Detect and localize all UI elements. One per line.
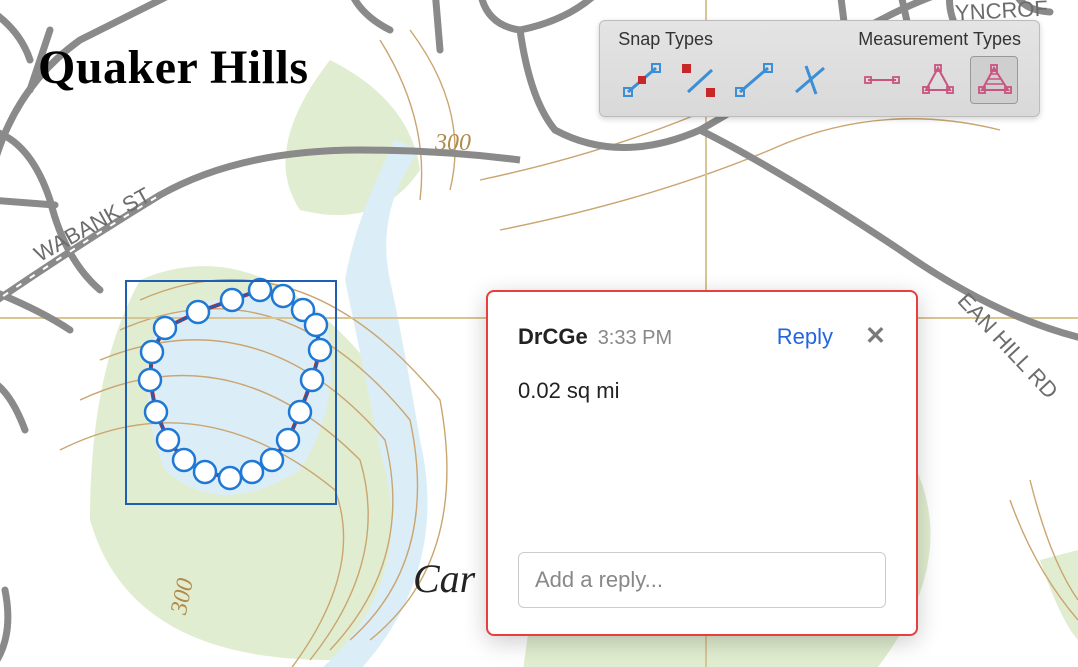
measurement-types-heading: Measurement Types: [858, 29, 1021, 50]
snap-type-midpoint-button[interactable]: [730, 56, 778, 104]
measure-perimeter-button[interactable]: [914, 56, 962, 104]
measure-distance-button[interactable]: [858, 56, 906, 104]
comment-card: DrCGe 3:33 PM Reply ✕ 0.02 sq mi: [486, 290, 918, 636]
reply-link[interactable]: Reply: [777, 324, 833, 350]
snap-type-vertex-button[interactable]: [674, 56, 722, 104]
snap-types-heading: Snap Types: [618, 29, 834, 50]
comment-timestamp: 3:33 PM: [598, 327, 672, 350]
map-title: Quaker Hills: [38, 40, 309, 95]
close-icon[interactable]: ✕: [865, 324, 886, 349]
comment-author: DrCGe: [518, 324, 588, 350]
place-label-partial: Car: [413, 555, 475, 602]
comment-body: 0.02 sq mi: [518, 378, 886, 404]
reply-input[interactable]: [518, 552, 886, 608]
snap-type-intersection-button[interactable]: [786, 56, 834, 104]
measure-area-button[interactable]: [970, 56, 1018, 104]
contour-label: 300: [435, 130, 471, 157]
snap-measure-toolbar: Snap Types Measurement Types: [599, 20, 1040, 117]
snap-type-endpoint-button[interactable]: [618, 56, 666, 104]
